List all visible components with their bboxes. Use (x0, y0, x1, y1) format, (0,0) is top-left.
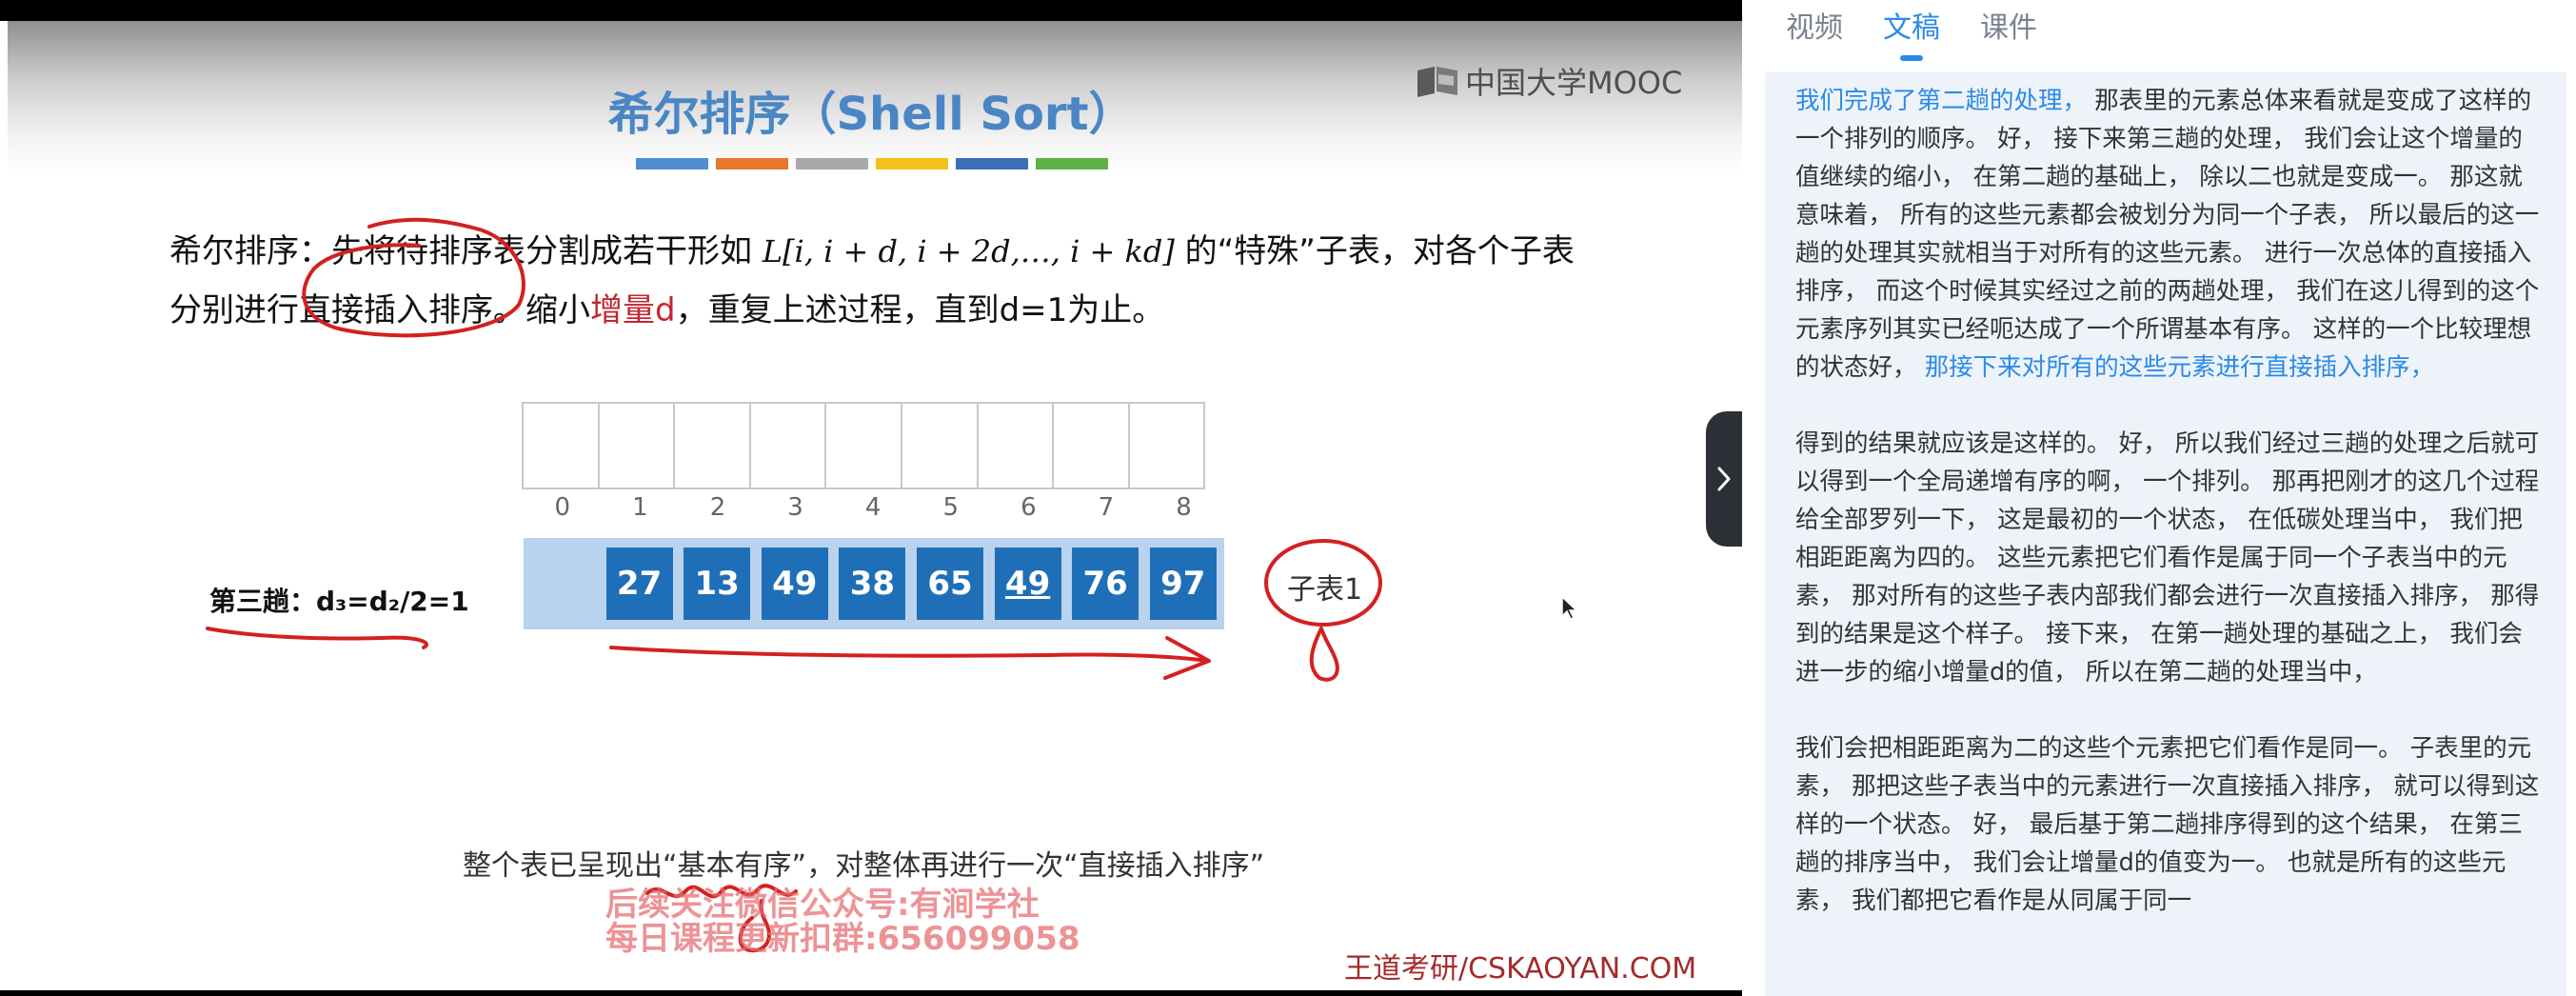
empty-array-cell (748, 402, 827, 489)
array-index-row: 0 1 2 3 4 5 6 7 8 (524, 493, 1222, 522)
array-value-cell: 13 (684, 548, 751, 620)
tab-video[interactable]: 视频 (1786, 4, 1843, 55)
array-value-cell: 49 (994, 548, 1061, 620)
array-value: 38 (849, 565, 896, 603)
video-player[interactable]: 中国大学MOOC 希尔排序（Shell Sort） 希尔排序：先将待排序表分割成… (0, 0, 1742, 996)
transcript-sentence[interactable]: 得到的结果就应该是这样的。 好， 所以我们经过三趟的处理之后就可以得到一个全局递… (1795, 429, 2539, 687)
array-value: 13 (694, 565, 740, 603)
array-value-cell: 76 (1072, 548, 1139, 620)
array-index: 4 (864, 493, 882, 522)
definition-line-2-post: ，重复上述过程，直到d=1为止。 (675, 291, 1165, 329)
empty-array-cell (597, 402, 676, 489)
empty-array-cell (1052, 402, 1130, 489)
tab-transcript[interactable]: 文稿 (1883, 4, 1940, 61)
array-index: 8 (1176, 493, 1192, 522)
array-value: 97 (1160, 565, 1206, 603)
array-index: 1 (632, 493, 648, 522)
array-value-cell: 27 (605, 548, 673, 620)
mouse-cursor-icon (1561, 596, 1578, 620)
definition-math: L[i, i + d, i + 2d,…, i + kd] (762, 233, 1175, 269)
title-color-bar (716, 158, 788, 169)
array-value-cell: 38 (839, 548, 906, 620)
array-index: 7 (1098, 493, 1115, 522)
array-index: 5 (942, 493, 960, 522)
array-value-cell: 65 (917, 548, 983, 620)
transcript-paragraph[interactable]: 我们完成了第二趟的处理， 那表里的元素总体来看就是变成了这样的一个排列的顺序。 … (1795, 82, 2544, 387)
array-index: 0 (554, 493, 571, 522)
transcript-panel[interactable]: 我们完成了第二趟的处理， 那表里的元素总体来看就是变成了这样的一个排列的顺序。 … (1765, 72, 2566, 996)
empty-array-row (522, 402, 1206, 489)
definition-line-2: 分别进行直接插入排序。缩小增量d，重复上述过程，直到d=1为止。 (169, 284, 1164, 330)
video-bottom-bar (0, 990, 1742, 996)
annotation-arrow-line (609, 646, 1209, 663)
empty-array-cell (900, 402, 979, 489)
side-panel: 视频 文稿 课件 我们完成了第二趟的处理， 那表里的元素总体来看就是变成了这样的一个… (1742, 0, 2576, 996)
panel-toggle-button[interactable] (1706, 411, 1742, 547)
tab-courseware[interactable]: 课件 (1980, 4, 2037, 55)
brand-footer: 王道考研/CSKAOYAN.COM (1344, 952, 1697, 986)
array-value: 27 (616, 565, 663, 603)
empty-array-cell (1127, 402, 1206, 489)
definition-line-1-post: 的“特殊”子表，对各个子表 (1174, 232, 1575, 270)
transcript-paragraph[interactable]: 我们会把相距距离为二的这些个元素把它们看作是同一。 子表里的元素， 那把这些子表… (1795, 729, 2544, 920)
array-value-cell: 97 (1149, 548, 1217, 620)
pass-label: 第三趟：d₃=d₂/2=1 (209, 586, 469, 617)
array-index: 3 (787, 493, 803, 522)
array-value: 65 (927, 565, 973, 603)
transcript-current-sentence[interactable]: 我们完成了第二趟的处理， (1795, 87, 2087, 115)
array-value: 76 (1082, 565, 1128, 603)
title-color-bar (796, 158, 868, 169)
empty-array-cell (824, 402, 902, 489)
video-top-bar (0, 0, 1742, 21)
annotation-small-curve (1309, 627, 1339, 682)
transcript-current-sentence[interactable]: 那接下来对所有的这些元素进行直接插入排序， (1925, 353, 2435, 382)
title-color-bar (1036, 158, 1108, 169)
array-value-cell: 49 (761, 548, 828, 620)
definition-line-1: 希尔排序：先将待排序表分割成若干形如 L[i, i + d, i + 2d,…,… (169, 225, 1575, 271)
empty-array-cell (522, 402, 600, 489)
slide-title: 希尔排序（Shell Sort） (607, 88, 1135, 141)
array-value: 49 (772, 565, 818, 603)
empty-array-cell (976, 402, 1055, 489)
empty-array-cell (673, 402, 751, 489)
array-index: 2 (709, 493, 726, 522)
transcript-sentence[interactable]: 我们会把相距距离为二的这些个元素把它们看作是同一。 子表里的元素， 那把这些子表… (1795, 734, 2539, 915)
annotation-underline-pass (206, 627, 428, 649)
panel-tabs: 视频 文稿 课件 (1786, 4, 2037, 61)
array-value: 49 (1004, 565, 1051, 603)
title-color-bars (636, 158, 1108, 169)
annotation-arrow-head (1163, 636, 1211, 680)
transcript-sentence[interactable]: 那表里的元素总体来看就是变成了这样的一个排列的顺序。 好， 接下来第三趟的处理，… (1795, 87, 2539, 382)
title-color-bar (876, 158, 948, 169)
transcript-paragraph[interactable]: 得到的结果就应该是这样的。 好， 所以我们经过三趟的处理之后就可以得到一个全局递… (1795, 425, 2544, 691)
sublist-label: 子表1 (1287, 573, 1363, 607)
app-window: 中国大学MOOC 希尔排序（Shell Sort） 希尔排序：先将待排序表分割成… (0, 0, 2576, 996)
increment-term: 增量d (590, 291, 676, 329)
array-index: 6 (1020, 493, 1037, 522)
watermark-line-2: 每日课程更新扣群:656099058 (605, 920, 1080, 958)
definition-line-2-pre: 分别进行直接插入排序。缩小 (169, 291, 590, 329)
definition-line-1-pre: 希尔排序：先将待排序表分割成若干形如 (169, 232, 763, 270)
title-color-bar (636, 158, 708, 169)
chevron-right-icon (1717, 467, 1731, 491)
title-color-bar (956, 158, 1028, 169)
